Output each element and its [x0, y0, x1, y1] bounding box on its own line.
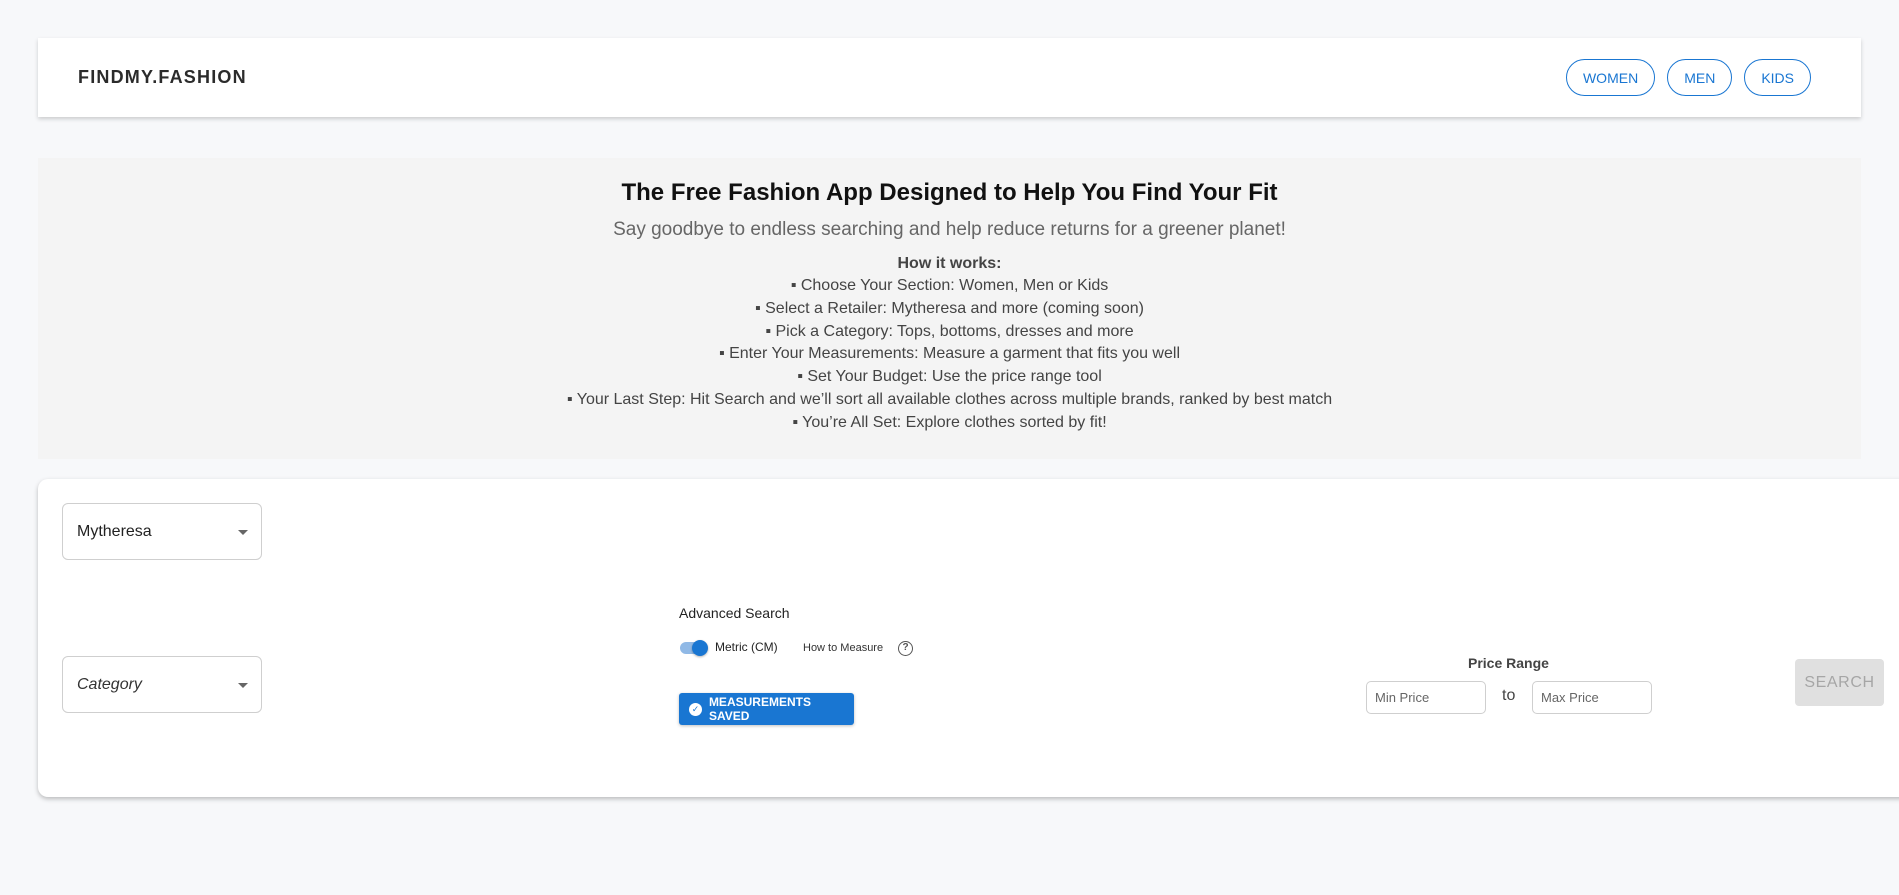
- nav-women-button[interactable]: WOMEN: [1565, 59, 1656, 96]
- chevron-down-icon: [238, 683, 248, 688]
- how-step: ▪ Set Your Budget: Use the price range t…: [797, 368, 1102, 386]
- category-select-placeholder: Category: [77, 675, 142, 693]
- search-button[interactable]: SEARCH: [1795, 659, 1884, 706]
- nav-men-button[interactable]: MEN: [1667, 59, 1733, 96]
- price-range-label: Price Range: [1468, 655, 1549, 671]
- how-step: ▪ Choose Your Section: Women, Men or Kid…: [790, 277, 1109, 294]
- how-step: ▪ You’re All Set: Explore clothes sorted…: [792, 413, 1107, 431]
- toggle-thumb: [692, 640, 708, 656]
- page-subtitle: Say goodbye to endless searching and hel…: [613, 219, 1286, 240]
- top-header: FINDMY.FASHION WOMEN MEN KIDS: [38, 38, 1861, 117]
- retailer-select-value: Mytheresa: [77, 522, 152, 540]
- measurements-saved-label: MEASUREMENTS SAVED: [708, 695, 811, 723]
- retailer-select[interactable]: Mytheresa: [62, 503, 262, 560]
- how-step: ▪ Select a Retailer: Mytheresa and more …: [755, 299, 1144, 317]
- site-logo[interactable]: FINDMY.FASHION: [78, 67, 247, 88]
- nav-kids-button[interactable]: KIDS: [1744, 59, 1811, 96]
- chevron-down-icon: [238, 530, 248, 535]
- measurements-saved-button[interactable]: ✓ MEASUREMENTS SAVED: [679, 693, 854, 725]
- price-to-label: to: [1502, 687, 1516, 704]
- page-title: The Free Fashion App Designed to Help Yo…: [621, 179, 1278, 206]
- how-step: ▪ Your Last Step: Hit Search and we’ll s…: [566, 390, 1333, 408]
- section-nav: WOMEN MEN KIDS: [1565, 59, 1811, 96]
- metric-label: Metric (CM): [715, 640, 778, 654]
- question-circle-icon[interactable]: ?: [898, 641, 913, 656]
- advanced-search-label: Advanced Search: [679, 605, 790, 621]
- how-step: ▪ Enter Your Measurements: Measure a gar…: [718, 345, 1180, 363]
- max-price-input[interactable]: [1532, 681, 1652, 714]
- how-it-works-heading: How it works:: [897, 255, 1002, 272]
- metric-toggle[interactable]: [680, 640, 708, 656]
- search-panel: Mytheresa Category Advanced Search Metri…: [38, 479, 1899, 797]
- how-to-measure-link[interactable]: How to Measure: [803, 642, 883, 654]
- category-select[interactable]: Category: [62, 656, 262, 713]
- min-price-input[interactable]: [1366, 681, 1486, 714]
- how-step: ▪ Pick a Category: Tops, bottoms, dresse…: [765, 322, 1134, 340]
- intro-section: The Free Fashion App Designed to Help Yo…: [38, 158, 1861, 459]
- check-circle-icon: ✓: [689, 702, 702, 716]
